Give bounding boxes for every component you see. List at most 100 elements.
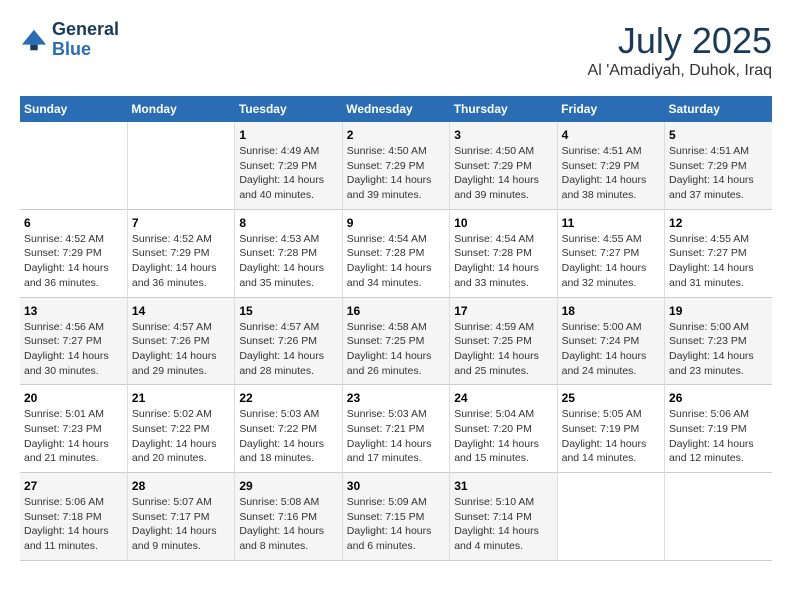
day-number: 25	[562, 391, 660, 405]
day-number: 24	[454, 391, 552, 405]
week-row-1: 1Sunrise: 4:49 AMSunset: 7:29 PMDaylight…	[20, 122, 772, 209]
calendar-cell: 15 Sunrise: 4:57 AMSunset: 7:26 PMDayligh…	[235, 297, 342, 385]
day-number: 17	[454, 304, 552, 318]
calendar-cell: 22 Sunrise: 5:03 AMSunset: 7:22 PMDayligh…	[235, 385, 342, 473]
cell-info: Sunrise: 4:55 AMSunset: 7:27 PMDaylight:…	[669, 232, 768, 291]
calendar-cell	[127, 122, 234, 209]
calendar-cell: 6 Sunrise: 4:52 AMSunset: 7:29 PMDaylight…	[20, 209, 127, 297]
calendar-cell: 7Sunrise: 4:52 AMSunset: 7:29 PMDaylight…	[127, 209, 234, 297]
calendar-cell: 11 Sunrise: 4:55 AMSunset: 7:27 PMDayligh…	[557, 209, 664, 297]
calendar-cell: 8 Sunrise: 4:53 AMSunset: 7:28 PMDaylight…	[235, 209, 342, 297]
cell-info: Sunrise: 4:55 AMSunset: 7:27 PMDaylight:…	[562, 232, 660, 291]
week-row-3: 13 Sunrise: 4:56 AMSunset: 7:27 PMDayligh…	[20, 297, 772, 385]
calendar-cell: 21Sunrise: 5:02 AMSunset: 7:22 PMDayligh…	[127, 385, 234, 473]
cell-info: Sunrise: 5:01 AMSunset: 7:23 PMDaylight:…	[24, 407, 123, 466]
cell-info: Sunrise: 4:51 AMSunset: 7:29 PMDaylight:…	[669, 144, 768, 203]
cell-info: Sunrise: 5:05 AMSunset: 7:19 PMDaylight:…	[562, 407, 660, 466]
day-number: 14	[132, 304, 230, 318]
cell-info: Sunrise: 5:04 AMSunset: 7:20 PMDaylight:…	[454, 407, 552, 466]
calendar-cell: 10Sunrise: 4:54 AMSunset: 7:28 PMDayligh…	[450, 209, 557, 297]
day-number: 19	[669, 304, 768, 318]
calendar-cell: 14 Sunrise: 4:57 AMSunset: 7:26 PMDayligh…	[127, 297, 234, 385]
header-monday: Monday	[127, 96, 234, 122]
day-number: 29	[239, 479, 337, 493]
day-number: 3	[454, 128, 552, 142]
calendar-cell: 2Sunrise: 4:50 AMSunset: 7:29 PMDaylight…	[342, 122, 449, 209]
cell-info: Sunrise: 4:51 AMSunset: 7:29 PMDaylight:…	[562, 144, 660, 203]
calendar-cell: 13 Sunrise: 4:56 AMSunset: 7:27 PMDayligh…	[20, 297, 127, 385]
calendar-cell: 23Sunrise: 5:03 AMSunset: 7:21 PMDayligh…	[342, 385, 449, 473]
calendar-cell	[557, 473, 664, 561]
calendar-cell: 26 Sunrise: 5:06 AMSunset: 7:19 PMDayligh…	[665, 385, 772, 473]
cell-info: Sunrise: 4:56 AMSunset: 7:27 PMDaylight:…	[24, 320, 123, 379]
day-number: 26	[669, 391, 768, 405]
calendar-title: July 2025	[588, 20, 772, 62]
day-number: 11	[562, 216, 660, 230]
day-number: 6	[24, 216, 123, 230]
header-row: SundayMondayTuesdayWednesdayThursdayFrid…	[20, 96, 772, 122]
day-number: 7	[132, 216, 230, 230]
cell-info: Sunrise: 5:06 AMSunset: 7:19 PMDaylight:…	[669, 407, 768, 466]
logo: General Blue	[20, 20, 119, 60]
day-number: 30	[347, 479, 445, 493]
logo-line1: General	[52, 20, 119, 40]
day-number: 16	[347, 304, 445, 318]
day-number: 27	[24, 479, 123, 493]
day-number: 22	[239, 391, 337, 405]
logo-text: General Blue	[52, 20, 119, 60]
day-number: 5	[669, 128, 768, 142]
day-number: 18	[562, 304, 660, 318]
day-number: 2	[347, 128, 445, 142]
day-number: 15	[239, 304, 337, 318]
day-number: 23	[347, 391, 445, 405]
day-number: 4	[562, 128, 660, 142]
day-number: 8	[239, 216, 337, 230]
cell-info: Sunrise: 5:00 AMSunset: 7:24 PMDaylight:…	[562, 320, 660, 379]
day-number: 20	[24, 391, 123, 405]
cell-info: Sunrise: 5:10 AMSunset: 7:14 PMDaylight:…	[454, 495, 552, 554]
calendar-cell: 3Sunrise: 4:50 AMSunset: 7:29 PMDaylight…	[450, 122, 557, 209]
day-number: 9	[347, 216, 445, 230]
header-friday: Friday	[557, 96, 664, 122]
calendar-cell: 25 Sunrise: 5:05 AMSunset: 7:19 PMDayligh…	[557, 385, 664, 473]
calendar-cell: 17Sunrise: 4:59 AMSunset: 7:25 PMDayligh…	[450, 297, 557, 385]
cell-info: Sunrise: 4:57 AMSunset: 7:26 PMDaylight:…	[239, 320, 337, 379]
cell-info: Sunrise: 5:03 AMSunset: 7:22 PMDaylight:…	[239, 407, 337, 466]
calendar-cell: 16 Sunrise: 4:58 AMSunset: 7:25 PMDayligh…	[342, 297, 449, 385]
day-number: 13	[24, 304, 123, 318]
cell-info: Sunrise: 5:07 AMSunset: 7:17 PMDaylight:…	[132, 495, 230, 554]
calendar-cell: 20 Sunrise: 5:01 AMSunset: 7:23 PMDayligh…	[20, 385, 127, 473]
cell-info: Sunrise: 4:58 AMSunset: 7:25 PMDaylight:…	[347, 320, 445, 379]
calendar-cell: 29 Sunrise: 5:08 AMSunset: 7:16 PMDayligh…	[235, 473, 342, 561]
day-number: 1	[239, 128, 337, 142]
calendar-cell: 28 Sunrise: 5:07 AMSunset: 7:17 PMDayligh…	[127, 473, 234, 561]
calendar-table: SundayMondayTuesdayWednesdayThursdayFrid…	[20, 96, 772, 561]
calendar-cell: 31 Sunrise: 5:10 AMSunset: 7:14 PMDayligh…	[450, 473, 557, 561]
title-block: July 2025 Al 'Amadiyah, Duhok, Iraq	[588, 20, 772, 80]
day-number: 28	[132, 479, 230, 493]
cell-info: Sunrise: 4:53 AMSunset: 7:28 PMDaylight:…	[239, 232, 337, 291]
calendar-cell: 24 Sunrise: 5:04 AMSunset: 7:20 PMDayligh…	[450, 385, 557, 473]
cell-info: Sunrise: 5:00 AMSunset: 7:23 PMDaylight:…	[669, 320, 768, 379]
calendar-cell: 4 Sunrise: 4:51 AMSunset: 7:29 PMDaylight…	[557, 122, 664, 209]
header-saturday: Saturday	[665, 96, 772, 122]
cell-info: Sunrise: 4:57 AMSunset: 7:26 PMDaylight:…	[132, 320, 230, 379]
calendar-cell: 19 Sunrise: 5:00 AMSunset: 7:23 PMDayligh…	[665, 297, 772, 385]
cell-info: Sunrise: 4:54 AMSunset: 7:28 PMDaylight:…	[454, 232, 552, 291]
cell-info: Sunrise: 5:06 AMSunset: 7:18 PMDaylight:…	[24, 495, 123, 554]
week-row-4: 20 Sunrise: 5:01 AMSunset: 7:23 PMDayligh…	[20, 385, 772, 473]
calendar-cell: 5 Sunrise: 4:51 AMSunset: 7:29 PMDaylight…	[665, 122, 772, 209]
header-tuesday: Tuesday	[235, 96, 342, 122]
cell-info: Sunrise: 4:54 AMSunset: 7:28 PMDaylight:…	[347, 232, 445, 291]
cell-info: Sunrise: 5:09 AMSunset: 7:15 PMDaylight:…	[347, 495, 445, 554]
cell-info: Sunrise: 4:52 AMSunset: 7:29 PMDaylight:…	[24, 232, 123, 291]
calendar-subtitle: Al 'Amadiyah, Duhok, Iraq	[588, 62, 772, 80]
calendar-cell	[20, 122, 127, 209]
page-header: General Blue July 2025 Al 'Amadiyah, Duh…	[20, 20, 772, 80]
calendar-cell: 30 Sunrise: 5:09 AMSunset: 7:15 PMDayligh…	[342, 473, 449, 561]
day-number: 12	[669, 216, 768, 230]
day-number: 31	[454, 479, 552, 493]
day-number: 21	[132, 391, 230, 405]
calendar-cell: 27 Sunrise: 5:06 AMSunset: 7:18 PMDayligh…	[20, 473, 127, 561]
cell-info: Sunrise: 5:08 AMSunset: 7:16 PMDaylight:…	[239, 495, 337, 554]
